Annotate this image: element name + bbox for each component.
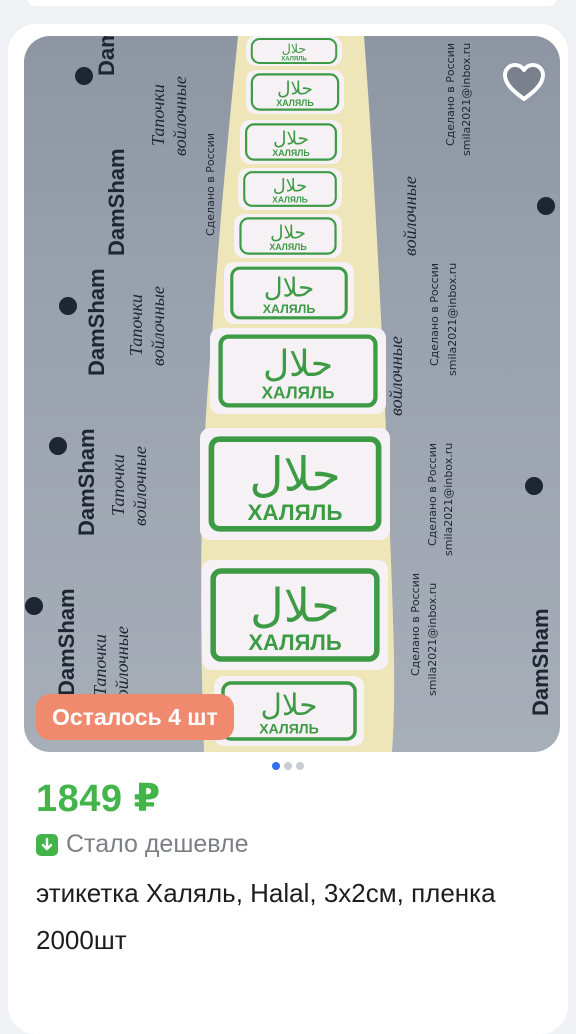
product-card[interactable]: DamSham DamSham DamSham DamSham DamSham … [8,24,568,1034]
halal-label: حلالХАЛЯЛЬ [214,676,364,746]
bg-brand-text: DamSham [104,148,129,256]
halal-label: حلالХАЛЯЛЬ [246,36,342,66]
bg-product-text: войлочные [130,446,150,526]
bg-email-text: smila2021@inbox.ru [460,43,473,156]
halal-label-cyrillic: ХАЛЯЛЬ [272,194,308,204]
bg-brand-text: DamSham [84,268,109,376]
bg-logo-mark [537,197,555,215]
bg-email-text: smila2021@inbox.ru [426,583,439,696]
bg-brand-text: DamSham [94,36,119,76]
halal-label: حلالХАЛЯЛЬ [234,214,342,258]
halal-label-cyrillic: ХАЛЯЛЬ [263,302,316,316]
price-drop-label: Стало дешевле [66,830,249,858]
halal-label-cyrillic: ХАЛЯЛЬ [259,720,318,736]
previous-card-edge [28,0,556,6]
bg-product-text: войлочные [386,336,406,416]
halal-label-cyrillic: ХАЛЯЛЬ [281,57,307,63]
carousel-dot[interactable] [284,762,292,770]
product-photo-illustration: DamSham DamSham DamSham DamSham DamSham … [25,36,555,752]
price: 1849 ₽ [36,778,161,820]
halal-label: حلالХАЛЯЛЬ [224,262,354,324]
product-title[interactable]: этикетка Халяль, Halal, 3х2см, пленка 20… [36,870,546,964]
bg-logo-mark [75,67,93,85]
bg-product-text: Тапочки [90,634,110,696]
halal-label-arabic: حلال [249,448,340,503]
bg-logo-mark [25,597,43,615]
bg-brand-text: DamSham [54,588,79,696]
halal-label: حلالХАЛЯЛЬ [210,328,386,414]
bg-logo-mark [59,297,77,315]
product-photo[interactable]: DamSham DamSham DamSham DamSham DamSham … [24,36,560,752]
stock-badge: Осталось 4 шт [36,694,234,740]
halal-label: حلالХАЛЯЛЬ [240,120,342,164]
bg-product-text: войлочные [170,76,190,156]
halal-label-cyrillic: ХАЛЯЛЬ [262,383,335,403]
bg-logo-mark [525,477,543,495]
bg-email-text: smila2021@inbox.ru [442,443,455,556]
bg-product-text: Тапочки [108,454,128,516]
favorite-button[interactable] [496,56,552,108]
arrow-down-icon [36,833,58,856]
price-drop-note: Стало дешевле [36,830,249,859]
bg-made-text: Сделано в России [426,443,439,546]
bg-made-text: Сделано в России [444,43,457,146]
halal-label-arabic: حلال [273,129,309,150]
bg-product-text: войлочные [400,176,420,256]
halal-label-cyrillic: ХАЛЯЛЬ [272,148,310,158]
stock-badge-label: Осталось 4 шт [52,703,218,730]
halal-label-arabic: حلال [282,41,306,56]
halal-label: حلالХАЛЯЛЬ [238,168,342,210]
bg-brand-text: DamSham [74,428,99,536]
halal-label-arabic: حلال [270,223,306,244]
halal-label-cyrillic: ХАЛЯЛЬ [269,242,307,252]
halal-label: حلالХАЛЯЛЬ [200,428,390,540]
heart-outline-icon [503,63,545,101]
bg-made-text: Сделано в России [204,133,217,236]
bg-email-text: smila2021@inbox.ru [446,263,459,376]
carousel-dot[interactable] [296,762,304,770]
bg-product-text: Тапочки [148,84,168,146]
halal-label: حلالХАЛЯЛЬ [246,70,344,114]
bg-logo-mark [49,437,67,455]
halal-label: حلالХАЛЯЛЬ [202,560,388,670]
bg-product-text: Тапочки [126,294,146,356]
halal-label-arabic: حلال [260,688,317,722]
bg-brand-text: DamSham [528,608,553,716]
halal-label-arabic: حلال [264,274,315,304]
bg-made-text: Сделано в России [409,573,422,676]
halal-label-arabic: حلال [263,342,333,385]
halal-label-arabic: حلال [250,579,340,633]
carousel-dot[interactable] [272,762,280,770]
halal-label-arabic: حلال [277,79,313,100]
halal-label-cyrillic: ХАЛЯЛЬ [276,98,314,108]
bg-product-text: войлочные [148,286,168,366]
bg-made-text: Сделано в России [428,263,441,366]
halal-label-cyrillic: ХАЛЯЛЬ [248,630,342,655]
halal-label-cyrillic: ХАЛЯЛЬ [248,500,343,525]
carousel-dots[interactable] [8,762,568,770]
